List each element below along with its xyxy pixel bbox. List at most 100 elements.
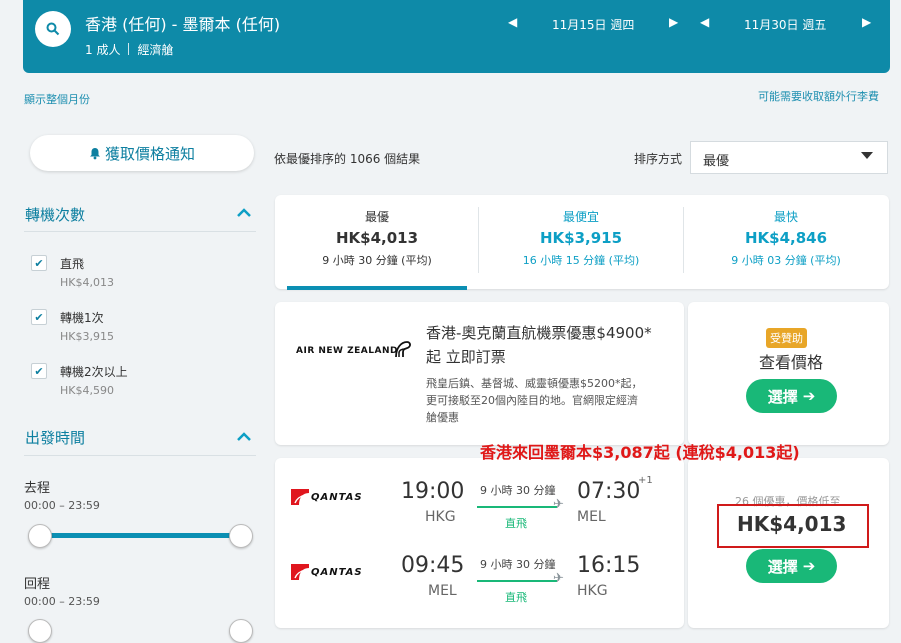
outbound-time-slider[interactable] (38, 533, 242, 538)
day-offset: +1 (638, 475, 653, 486)
prev-depart-date-icon[interactable]: ◀ (508, 15, 517, 29)
tab-best[interactable]: 最優 HK$4,013 9 小時 30 分鐘 (平均) (275, 195, 479, 289)
results-summary: 依最優排序的 1066 個結果 (274, 152, 421, 166)
tab-cheapest-title: 最便宜 (562, 210, 599, 224)
active-tab-indicator (287, 286, 467, 290)
chevron-up-icon[interactable] (236, 427, 252, 446)
search-button[interactable] (35, 11, 71, 47)
arrow-right-icon: ➔ (802, 557, 816, 575)
return-slider-max-handle[interactable] (229, 619, 253, 643)
tab-cheapest-price: HK$3,915 (539, 229, 623, 247)
outbound-slider-min-handle[interactable] (28, 524, 52, 548)
extra-baggage-link[interactable]: 可能需要收取額外行李費 (758, 88, 879, 104)
stops-direct-price: HK$4,013 (60, 276, 114, 289)
tab-fastest-title: 最快 (773, 210, 798, 224)
route-title[interactable]: 香港 (任何) - 墨爾本 (任何) (85, 11, 280, 35)
stops-two-plus-price: HK$4,590 (60, 384, 114, 397)
stops-two-plus-label: 轉機2次以上 (60, 365, 128, 379)
stops-one-label: 轉機1次 (60, 311, 104, 325)
promo-annotation: 香港來回墨爾本$3,087起 (連稅$4,013起) (480, 443, 800, 462)
depart-date[interactable]: 11月15日 週四 (552, 16, 634, 33)
inbound-dep-airport: MEL (428, 583, 457, 599)
view-price-label: 查看價格 (759, 353, 824, 372)
departure-time-title[interactable]: 出發時間 (25, 427, 85, 448)
cabin-class: 經濟艙 (137, 43, 174, 57)
return-date[interactable]: 11月30日 週五 (744, 16, 826, 33)
inbound-dep-time: 09:45 (401, 553, 465, 578)
outbound-time-range: 00:00 – 23:59 (24, 499, 100, 512)
ad-select-button[interactable]: 選擇 ➔ (746, 379, 837, 413)
ad-desc-line1: 飛皇后鎮、基督城、威靈頓優惠$5200*起， (426, 377, 643, 390)
check-icon: ✔ (34, 256, 44, 270)
outbound-stops: 直飛 (505, 517, 527, 530)
next-return-date-icon[interactable]: ▶ (862, 15, 871, 29)
inbound-duration: 9 小時 30 分鐘 (480, 558, 556, 571)
check-icon: ✔ (34, 364, 44, 378)
stops-one-checkbox[interactable]: ✔ (31, 309, 47, 325)
tab-fastest-duration: 9 小時 03 分鐘 (平均) (731, 254, 841, 267)
sponsored-badge: 受贊助 (766, 328, 807, 348)
divider (128, 43, 130, 55)
bell-icon (89, 147, 100, 159)
sort-tabs: 最優 HK$4,013 9 小時 30 分鐘 (平均) 最便宜 HK$3,915… (275, 195, 889, 289)
caret-down-icon (861, 152, 873, 159)
divider (24, 455, 256, 456)
show-month-link[interactable]: 顯示整個月份 (24, 91, 90, 107)
inbound-arr-airport: HKG (577, 583, 608, 599)
price-alert-button[interactable]: 獲取價格通知 (30, 135, 254, 171)
stops-two-plus-checkbox[interactable]: ✔ (31, 363, 47, 379)
tab-fastest[interactable]: 最快 HK$4,846 9 小時 03 分鐘 (平均) (684, 195, 888, 289)
qantas-logo: QANTAS (311, 567, 363, 578)
plane-icon: ✈ (553, 571, 564, 586)
outbound-arr-airport: MEL (577, 509, 606, 525)
air-new-zealand-logo: AIR NEW ZEALAND (296, 346, 398, 356)
ad-desc-line2: 更可接駁至20個內陸目的地。官網限定經濟 (426, 394, 638, 407)
prev-return-date-icon[interactable]: ◀ (700, 15, 709, 29)
outbound-dep-time: 19:00 (401, 479, 465, 504)
search-icon (46, 22, 60, 36)
qantas-logo: QANTAS (311, 492, 363, 503)
ad-desc-line3: 艙優惠 (426, 411, 459, 424)
sort-select[interactable]: 最優 (690, 141, 888, 174)
flight-line (477, 580, 557, 582)
tab-cheapest[interactable]: 最便宜 HK$3,915 16 小時 15 分鐘 (平均) (479, 195, 683, 289)
divider (24, 231, 256, 232)
check-icon: ✔ (34, 310, 44, 324)
return-time-range: 00:00 – 23:59 (24, 595, 100, 608)
inbound-stops: 直飛 (505, 591, 527, 604)
return-time-label: 回程 (24, 577, 51, 592)
sort-label: 排序方式 (634, 152, 683, 166)
tab-fastest-price: HK$4,846 (744, 229, 828, 247)
stops-one-price: HK$3,915 (60, 330, 114, 343)
tab-best-duration: 9 小時 30 分鐘 (平均) (322, 254, 432, 267)
chevron-up-icon[interactable] (236, 203, 252, 222)
inbound-arr-time: 16:15 (577, 553, 641, 578)
stops-direct-checkbox[interactable]: ✔ (31, 255, 47, 271)
price-alert-label: 獲取價格通知 (104, 144, 195, 163)
tab-cheapest-duration: 16 小時 15 分鐘 (平均) (522, 254, 640, 267)
koru-icon (395, 341, 411, 358)
tab-best-title: 最優 (364, 210, 389, 224)
flight-line (477, 506, 557, 508)
stops-filter-title[interactable]: 轉機次數 (25, 204, 85, 225)
sort-value: 最優 (703, 154, 730, 169)
outbound-time-label: 去程 (24, 481, 51, 496)
sponsored-ad-price-card (688, 302, 889, 445)
plane-icon: ✈ (553, 497, 564, 512)
next-depart-date-icon[interactable]: ▶ (669, 15, 678, 29)
select-label: 選擇 (767, 387, 798, 406)
outbound-arr-time: 07:30 (577, 479, 641, 504)
outbound-dep-airport: HKG (425, 509, 456, 525)
ad-title-line1[interactable]: 香港-奧克蘭直航機票優惠$4900* (426, 322, 652, 344)
select-label: 選擇 (767, 557, 798, 576)
qantas-kangaroo-icon (291, 489, 309, 505)
outbound-slider-max-handle[interactable] (229, 524, 253, 548)
passenger-count: 1 成人 (85, 43, 121, 57)
ad-title-line2[interactable]: 起 立即訂票 (426, 346, 506, 368)
flight-select-button[interactable]: 選擇 ➔ (746, 549, 837, 583)
return-slider-min-handle[interactable] (28, 619, 52, 643)
outbound-duration: 9 小時 30 分鐘 (480, 484, 556, 497)
passenger-cabin[interactable]: 1 成人 經濟艙 (85, 41, 173, 58)
flight-price: HK$4,013 (737, 512, 847, 536)
qantas-kangaroo-icon (291, 564, 309, 580)
